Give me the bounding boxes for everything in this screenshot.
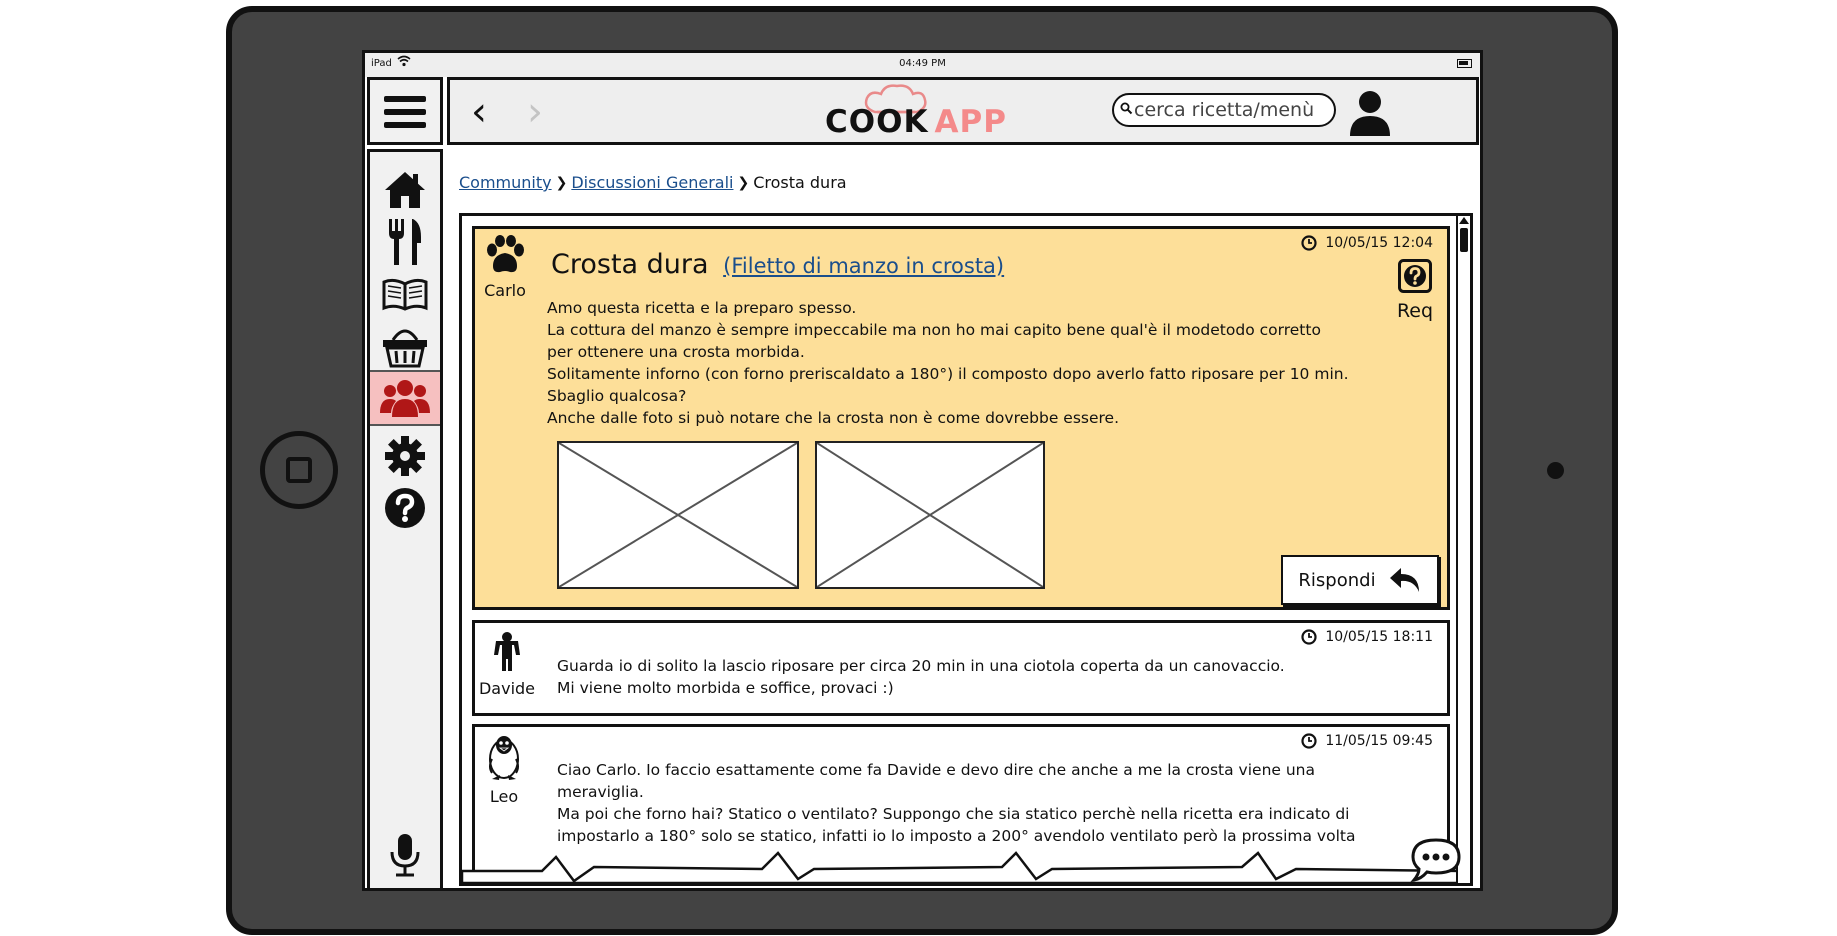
settings-icon <box>385 436 425 476</box>
thread-scrollbar[interactable] <box>1456 216 1470 883</box>
post-title: Crosta dura (Filetto di manzo in crosta) <box>551 249 1004 280</box>
sidebar-nav <box>367 149 443 888</box>
body-line: meraviglia. <box>557 783 644 801</box>
body-line: Amo questa ricetta e la preparo spesso. <box>547 299 857 317</box>
sidebar-item-home[interactable] <box>370 162 440 218</box>
search-input[interactable] <box>1134 98 1330 122</box>
reply-arrow-icon <box>1389 568 1419 592</box>
battery-icon <box>1457 59 1472 68</box>
hamburger-menu-button[interactable] <box>367 77 443 145</box>
breadcrumb: Community ❯ Discussioni Generali ❯ Crost… <box>459 173 847 192</box>
body-line: Anche dalle foto si può notare che la cr… <box>547 409 1120 427</box>
reply-button[interactable]: Rispondi <box>1281 555 1439 605</box>
body-line: per ottenere una crosta morbida. <box>547 343 805 361</box>
sidebar-item-community[interactable] <box>370 370 440 426</box>
app-header: ‹ › COOK APP <box>447 77 1479 145</box>
post-author: Carlo <box>475 235 535 300</box>
sidebar-item-voice[interactable] <box>370 827 440 883</box>
status-bar: iPad 04:49 PM <box>365 53 1480 77</box>
body-line: Ma poi che forno hai? Statico o ventilat… <box>557 805 1350 823</box>
chat-bubble-icon[interactable] <box>1410 837 1462 883</box>
penguin-icon <box>489 736 519 780</box>
logo-text-app: APP <box>934 104 1007 140</box>
cookapp-logo[interactable]: COOK APP <box>825 82 1025 142</box>
post-author: Leo <box>475 733 533 806</box>
recipe-book-icon <box>382 278 428 311</box>
search-icon <box>1120 102 1133 115</box>
post-body: Guarda io di solito la lascio riposare p… <box>557 655 1285 699</box>
body-line: Sbaglio qualcosa? <box>547 387 687 405</box>
sidebar-item-cookbook[interactable] <box>370 266 440 322</box>
reply-button-label: Rispondi <box>1298 569 1376 591</box>
post-author: Davide <box>475 631 539 698</box>
help-icon <box>385 488 425 528</box>
author-name[interactable]: Leo <box>475 787 533 806</box>
breadcrumb-current: Crosta dura <box>753 173 847 192</box>
post-timestamp: 10/05/15 18:11 <box>1301 629 1433 645</box>
recipe-link[interactable]: (Filetto di manzo in crosta) <box>723 254 1004 278</box>
sidebar-item-recipes[interactable] <box>370 214 440 270</box>
basket-icon <box>383 329 427 368</box>
body-line: Solitamente inforno (con forno preriscal… <box>547 365 1349 383</box>
status-time: 04:49 PM <box>899 58 946 69</box>
timestamp-text: 11/05/15 09:45 <box>1325 733 1433 749</box>
breadcrumb-link-general[interactable]: Discussioni Generali <box>571 173 733 192</box>
user-profile-icon[interactable] <box>1348 88 1392 138</box>
scroll-up-arrow-icon[interactable] <box>1459 217 1469 224</box>
thread-container[interactable]: Carlo 10/05/15 12:04 Crosta dura (Filett… <box>459 213 1473 886</box>
clock-icon <box>1301 235 1317 251</box>
app-screen: iPad 04:49 PM ‹ › COOK APP cerca ricetta… <box>362 50 1483 891</box>
tablet-home-button[interactable] <box>260 431 338 509</box>
request-badge[interactable]: Req <box>1393 259 1437 322</box>
question-box-icon <box>1398 259 1432 293</box>
back-arrow-icon[interactable]: ‹ <box>464 92 494 132</box>
sidebar-item-settings[interactable] <box>370 428 440 484</box>
cutlery-icon <box>389 219 421 265</box>
tablet-camera <box>1547 462 1564 479</box>
clock-icon <box>1301 629 1317 645</box>
body-line: Mi viene molto morbida e soffice, provac… <box>557 679 894 697</box>
body-line: La cottura del manzo è sempre impeccabil… <box>547 321 1321 339</box>
timestamp-text: 10/05/15 18:11 <box>1325 629 1433 645</box>
breadcrumb-chevron-icon: ❯ <box>555 174 568 191</box>
person-icon <box>494 632 520 671</box>
sidebar-item-help[interactable] <box>370 480 440 536</box>
request-label: Req <box>1396 300 1434 322</box>
post-timestamp: 11/05/15 09:45 <box>1301 733 1433 749</box>
main-post: Carlo 10/05/15 12:04 Crosta dura (Filett… <box>472 226 1450 610</box>
community-icon <box>380 380 430 417</box>
logo-text-cook: COOK <box>825 104 929 140</box>
author-name[interactable]: Davide <box>475 679 539 698</box>
home-icon <box>385 172 425 208</box>
breadcrumb-link-community[interactable]: Community <box>459 173 552 192</box>
paw-icon <box>487 235 524 273</box>
author-name[interactable]: Carlo <box>475 281 535 300</box>
microphone-icon <box>390 834 420 877</box>
post-body: Amo questa ricetta e la preparo spesso. L… <box>547 297 1349 429</box>
torn-edge <box>462 851 1462 883</box>
body-line: Guarda io di solito la lascio riposare p… <box>557 657 1285 675</box>
image-placeholder-2[interactable] <box>815 441 1045 589</box>
image-placeholder-1[interactable] <box>557 441 799 589</box>
sidebar-item-shopping[interactable] <box>370 318 440 374</box>
reply-post: Davide 10/05/15 18:11 Guarda io di solit… <box>472 620 1450 716</box>
search-box[interactable] <box>1112 93 1336 127</box>
scrollbar-thumb[interactable] <box>1460 228 1468 252</box>
breadcrumb-chevron-icon: ❯ <box>737 174 750 191</box>
forward-arrow-icon[interactable]: › <box>520 92 550 132</box>
post-timestamp: 10/05/15 12:04 <box>1301 235 1433 251</box>
clock-icon <box>1301 733 1317 749</box>
post-title-text: Crosta dura <box>551 249 709 280</box>
timestamp-text: 10/05/15 12:04 <box>1325 235 1433 251</box>
body-line: Ciao Carlo. Io faccio esattamente come f… <box>557 761 1316 779</box>
